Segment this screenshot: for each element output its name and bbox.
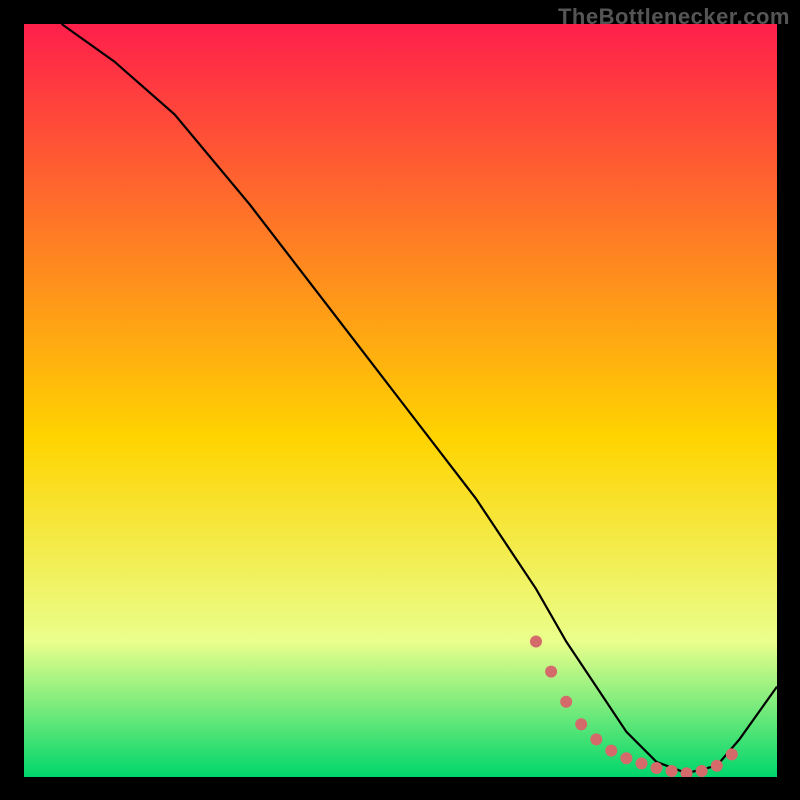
watermark-text: TheBottlenecker.com: [558, 4, 790, 30]
marker-dot: [636, 757, 648, 769]
marker-dot: [620, 752, 632, 764]
marker-dot: [530, 636, 542, 648]
marker-dot: [711, 760, 723, 772]
marker-dot: [590, 733, 602, 745]
marker-dot: [605, 745, 617, 757]
chart-svg: [24, 24, 777, 777]
marker-dot: [726, 748, 738, 760]
marker-dot: [696, 765, 708, 777]
marker-dot: [560, 696, 572, 708]
marker-dot: [666, 765, 678, 777]
marker-dot: [651, 762, 663, 774]
marker-dot: [575, 718, 587, 730]
marker-dot: [545, 666, 557, 678]
chart-area: [24, 24, 777, 777]
